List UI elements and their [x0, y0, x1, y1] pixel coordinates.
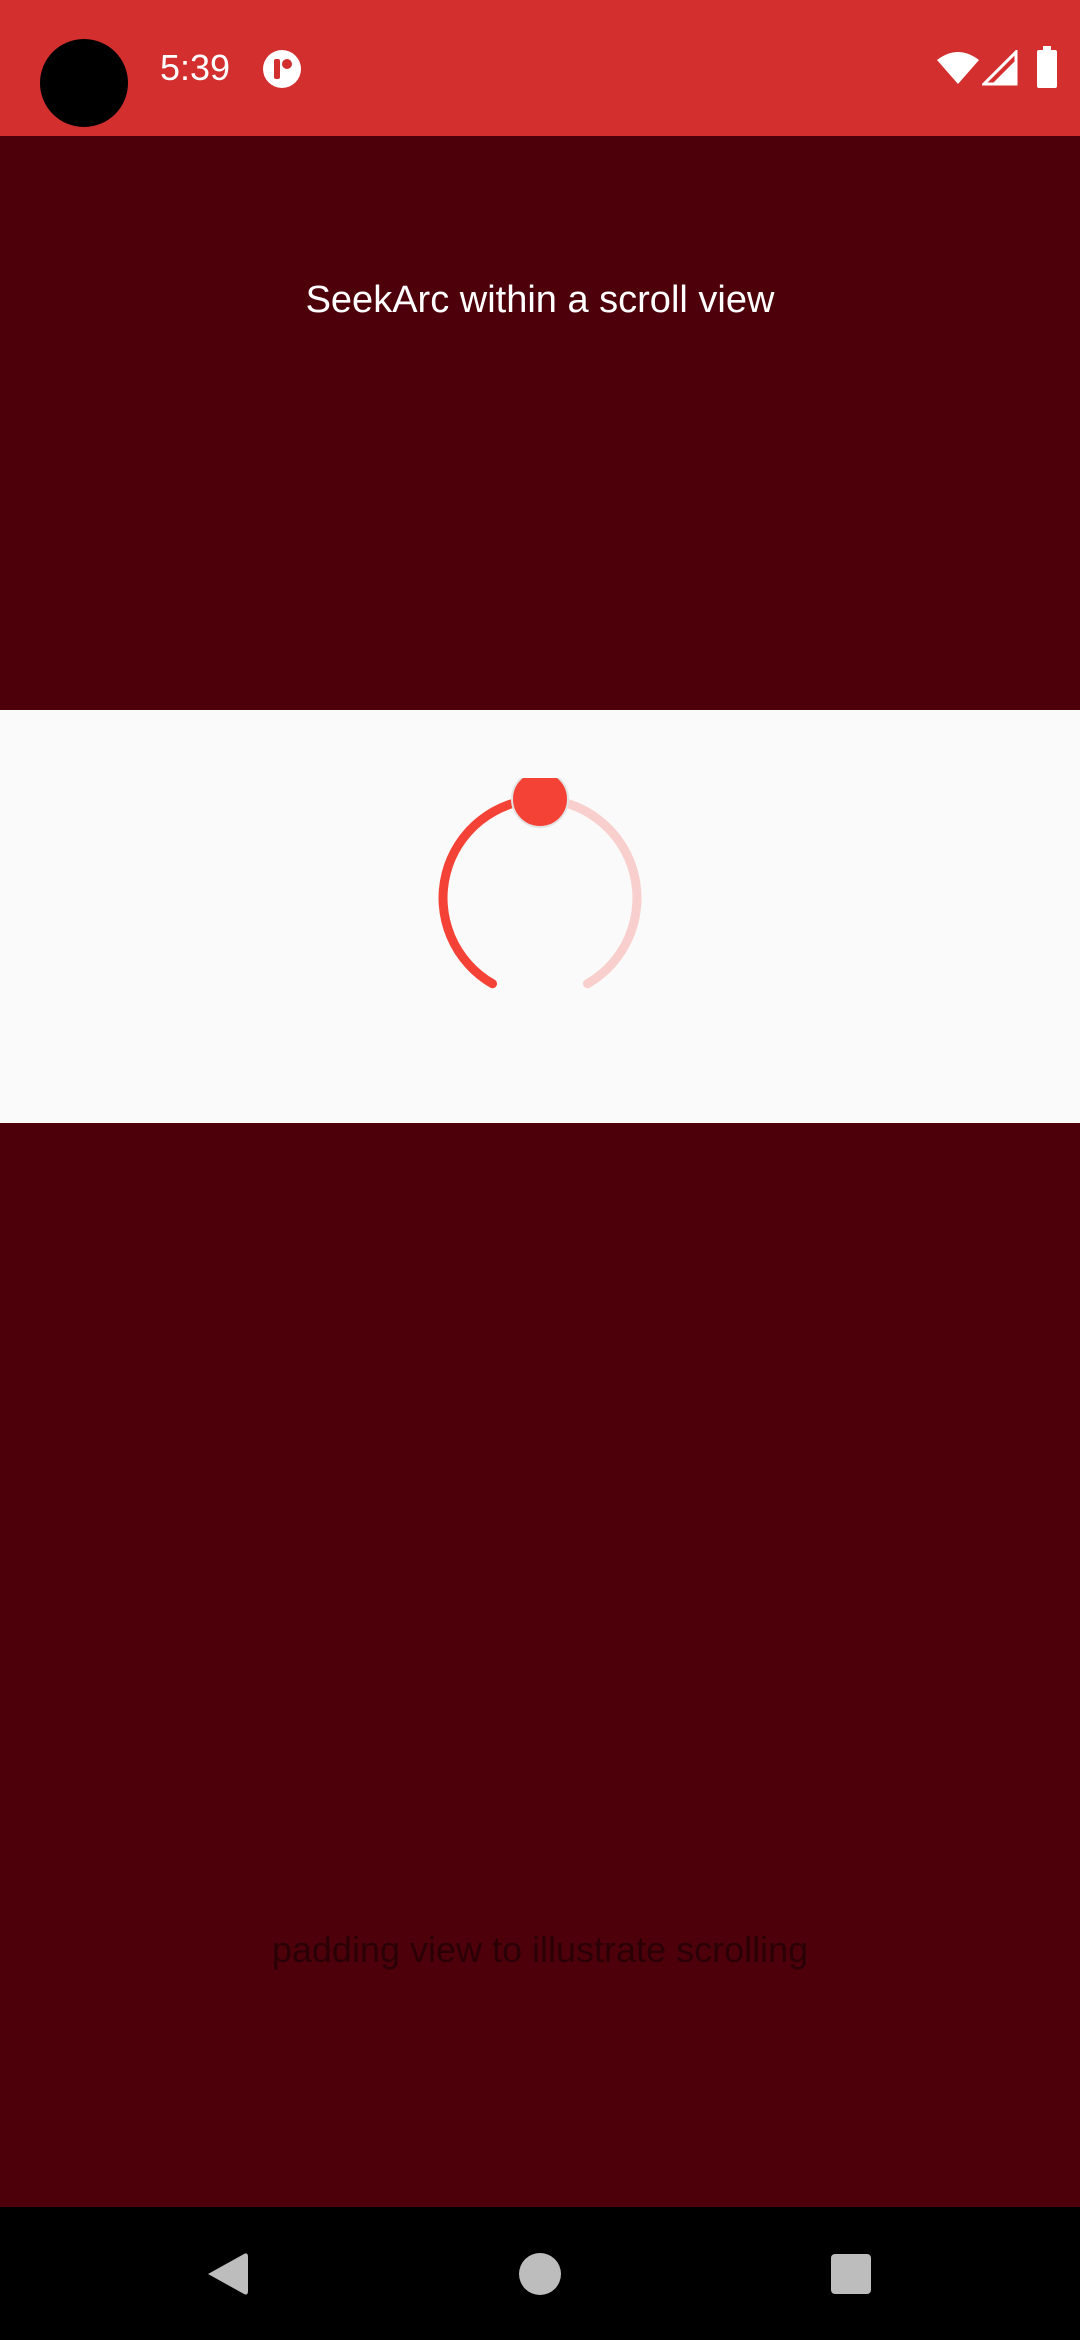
battery-icon: [1037, 46, 1057, 88]
wifi-icon: [937, 52, 979, 84]
top-padding-view: [0, 136, 1080, 710]
status-bar: 5:39: [0, 0, 1080, 136]
seekarc-track: [535, 794, 642, 989]
back-icon[interactable]: [204, 2250, 250, 2298]
status-time: 5:39: [160, 47, 231, 88]
seekarc-progress: [438, 794, 545, 989]
recents-icon[interactable]: [830, 2253, 872, 2295]
camera-cutout: [40, 39, 128, 127]
home-icon[interactable]: [518, 2252, 562, 2296]
cell-signal-icon: [982, 50, 1018, 86]
padding-text: padding view to illustrate scrolling: [271, 1929, 809, 1970]
header-text: SeekArc within a scroll view: [305, 279, 775, 321]
seekarc[interactable]: [420, 778, 660, 1018]
bottom-padding-view: [0, 1123, 1080, 2207]
app-notification-icon: [263, 50, 301, 88]
seekarc-thumb[interactable]: [511, 778, 569, 828]
